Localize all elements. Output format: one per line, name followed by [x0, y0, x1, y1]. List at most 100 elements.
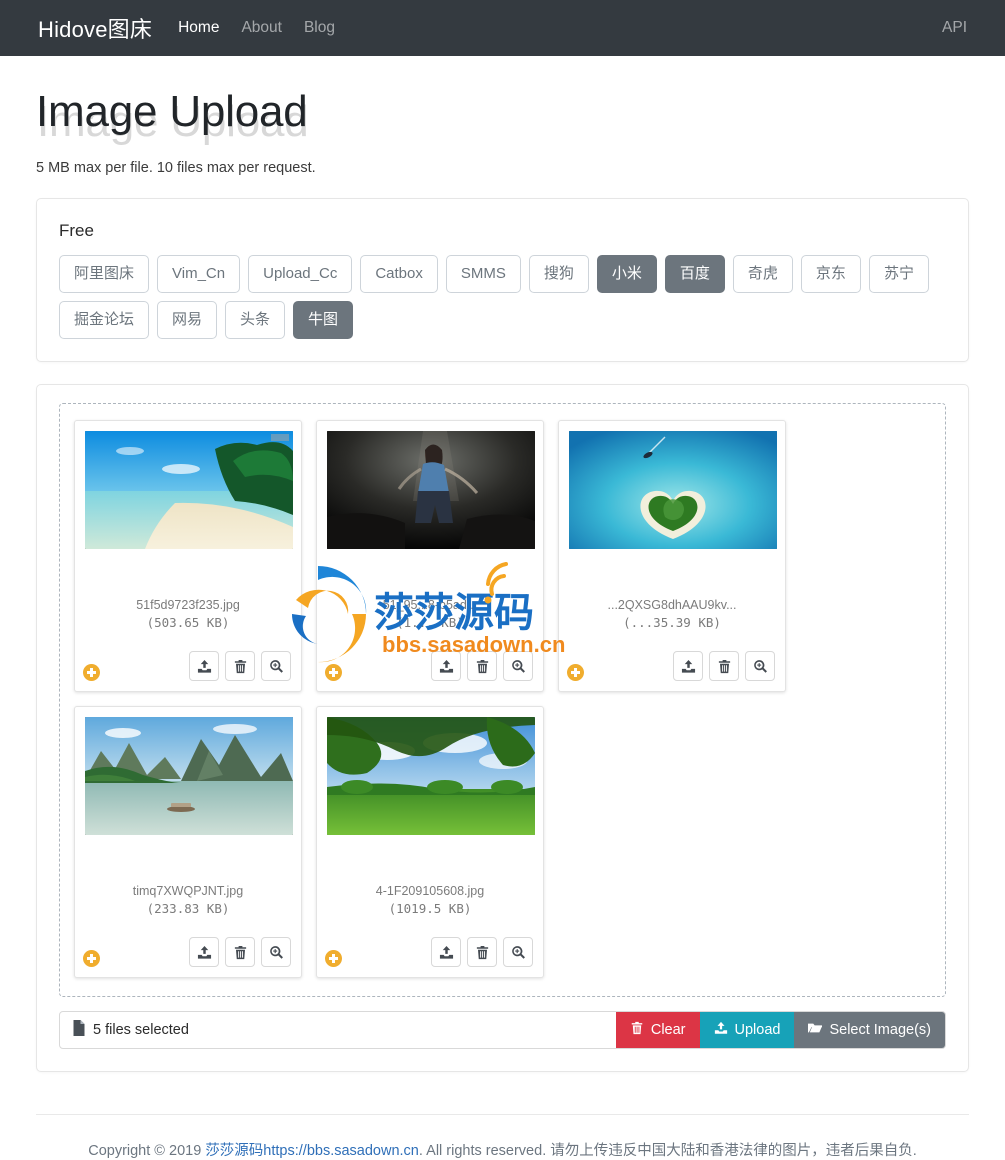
zoom-in-icon[interactable] — [261, 937, 291, 967]
host-button-suning[interactable]: 苏宁 — [868, 255, 929, 293]
plus-badge[interactable] — [83, 664, 100, 681]
nav-link-about[interactable]: About — [241, 19, 282, 37]
host-button-uploadcc[interactable]: Upload_Cc — [248, 255, 353, 293]
file-thumbnail-beach — [85, 431, 293, 549]
host-button-jingdong[interactable]: 京东 — [800, 255, 861, 293]
clear-button-label: Clear — [650, 1022, 686, 1038]
plus-badge[interactable] — [325, 950, 342, 967]
host-button-row: 阿里图床 Vim_Cn Upload_Cc Catbox SMMS 搜狗 小米 … — [59, 255, 946, 339]
plus-badge[interactable] — [325, 664, 342, 681]
upload-button[interactable]: Upload — [699, 1012, 795, 1048]
host-button-vimcn[interactable]: Vim_Cn — [157, 255, 241, 293]
select-images-button-label: Select Image(s) — [829, 1022, 931, 1038]
card-actions — [431, 937, 533, 967]
footer-link[interactable]: 莎莎源码https://bbs.sasadown.cn — [205, 1143, 419, 1159]
dropzone[interactable]: 51f5d9723f235.jpg (503.65 KB) 51_95...8-… — [59, 403, 946, 997]
selected-files-label: 5 files selected — [93, 1022, 189, 1038]
file-name: 51f5d9723f235.jpg — [136, 598, 240, 612]
card-actions — [673, 651, 775, 681]
hosts-panel-inner: Free 阿里图床 Vim_Cn Upload_Cc Catbox SMMS 搜… — [37, 199, 968, 361]
title-block: Image Upload Image Upload — [36, 90, 969, 146]
host-button-toutiao[interactable]: 头条 — [225, 301, 286, 339]
zoom-in-icon[interactable] — [503, 651, 533, 681]
upload-icon[interactable] — [431, 937, 461, 967]
file-card[interactable]: 51_95...8-b5ad... (1... KB) — [316, 420, 544, 692]
file-size: (1019.5 KB) — [388, 900, 472, 916]
trash-icon[interactable] — [467, 651, 497, 681]
host-button-sogou[interactable]: 搜狗 — [528, 255, 589, 293]
file-thumbnail-guilin-river — [85, 717, 293, 835]
trash-icon[interactable] — [225, 937, 255, 967]
plus-badge[interactable] — [567, 664, 584, 681]
trash-icon[interactable] — [467, 937, 497, 967]
file-size: (1... KB) — [396, 614, 464, 630]
file-meta: ...2QXSG8dhAAU9kv... (...35.39 KB) — [569, 597, 775, 633]
nav-links: Home About Blog — [178, 19, 335, 37]
upload-icon[interactable] — [189, 651, 219, 681]
clear-button[interactable]: Clear — [615, 1012, 700, 1048]
upload-icon[interactable] — [673, 651, 703, 681]
file-name: 4-1F209105608.jpg — [375, 884, 485, 898]
host-button-juejin[interactable]: 掘金论坛 — [59, 301, 150, 339]
host-button-niutu[interactable]: 牛图 — [293, 301, 354, 339]
selected-files-status: 5 files selected — [60, 1012, 616, 1048]
footer-suffix: . All rights reserved. 请勿上传违反中国大陆和香港法律的图… — [418, 1143, 917, 1159]
navbar: Hidove图床 Home About Blog API — [0, 0, 1005, 56]
folder-open-icon — [808, 1021, 823, 1039]
trash-icon[interactable] — [709, 651, 739, 681]
nav-link-blog[interactable]: Blog — [304, 19, 335, 37]
files-panel-inner: 51f5d9723f235.jpg (503.65 KB) 51_95...8-… — [37, 385, 968, 1071]
file-thumbnail-heart-island — [569, 431, 777, 549]
files-panel: 51f5d9723f235.jpg (503.65 KB) 51_95...8-… — [36, 384, 969, 1072]
file-card[interactable]: timq7XWQPJNT.jpg (233.83 KB) — [74, 706, 302, 978]
brand-logo[interactable]: Hidove图床 — [38, 12, 152, 44]
footer-prefix: Copyright © 2019 — [88, 1143, 206, 1159]
plus-badge[interactable] — [83, 950, 100, 967]
upload-icon[interactable] — [189, 937, 219, 967]
nav-link-home[interactable]: Home — [178, 19, 219, 37]
host-button-qihu[interactable]: 奇虎 — [732, 255, 793, 293]
file-meta: 51f5d9723f235.jpg (503.65 KB) — [85, 597, 291, 633]
host-group-label: Free — [59, 221, 94, 240]
file-card[interactable]: 4-1F209105608.jpg (1019.5 KB) — [316, 706, 544, 978]
file-meta: timq7XWQPJNT.jpg (233.83 KB) — [85, 883, 291, 919]
file-name: timq7XWQPJNT.jpg — [132, 884, 244, 898]
card-actions — [189, 651, 291, 681]
file-name: 51_95...8-b5ad... — [382, 598, 478, 612]
zoom-in-icon[interactable] — [503, 937, 533, 967]
file-icon — [72, 1020, 85, 1040]
zoom-in-icon[interactable] — [261, 651, 291, 681]
trash-icon[interactable] — [225, 651, 255, 681]
select-images-button[interactable]: Select Image(s) — [794, 1012, 945, 1048]
footer: Copyright © 2019 莎莎源码https://bbs.sasadow… — [36, 1114, 969, 1160]
file-name: ...2QXSG8dhAAU9kv... — [607, 598, 737, 612]
file-meta: 51_95...8-b5ad... (1... KB) — [327, 597, 533, 633]
host-button-catbox[interactable]: Catbox — [360, 255, 438, 293]
card-actions — [189, 937, 291, 967]
host-button-wangyi[interactable]: 网易 — [157, 301, 218, 339]
card-actions — [431, 651, 533, 681]
host-button-smms[interactable]: SMMS — [445, 255, 521, 293]
file-card[interactable]: ...2QXSG8dhAAU9kv... (...35.39 KB) — [558, 420, 786, 692]
file-size: (503.65 KB) — [146, 614, 230, 630]
host-button-baidu[interactable]: 百度 — [664, 255, 725, 293]
file-thumbnail-green-meadow — [327, 717, 535, 835]
page-subtitle: 5 MB max per file. 10 files max per requ… — [36, 160, 316, 176]
nav-link-api[interactable]: API — [942, 19, 967, 36]
upload-button-label: Upload — [734, 1022, 781, 1038]
file-size: (233.83 KB) — [146, 900, 230, 916]
file-thumbnail-dark-figure — [327, 431, 535, 549]
nav-right: API — [942, 19, 967, 37]
upload-icon[interactable] — [431, 651, 461, 681]
zoom-in-icon[interactable] — [745, 651, 775, 681]
page-title: Image Upload — [36, 87, 308, 136]
host-button-aliyun[interactable]: 阿里图床 — [59, 255, 150, 293]
file-size: (...35.39 KB) — [623, 614, 721, 630]
hosts-panel: Free 阿里图床 Vim_Cn Upload_Cc Catbox SMMS 搜… — [36, 198, 969, 362]
file-meta: 4-1F209105608.jpg (1019.5 KB) — [327, 883, 533, 919]
bottom-bar: 5 files selected Clear Upload Select Ima… — [59, 1011, 946, 1049]
trash-icon — [630, 1021, 644, 1039]
upload-icon — [714, 1021, 728, 1039]
host-button-xiaomi[interactable]: 小米 — [596, 255, 657, 293]
file-card[interactable]: 51f5d9723f235.jpg (503.65 KB) — [74, 420, 302, 692]
